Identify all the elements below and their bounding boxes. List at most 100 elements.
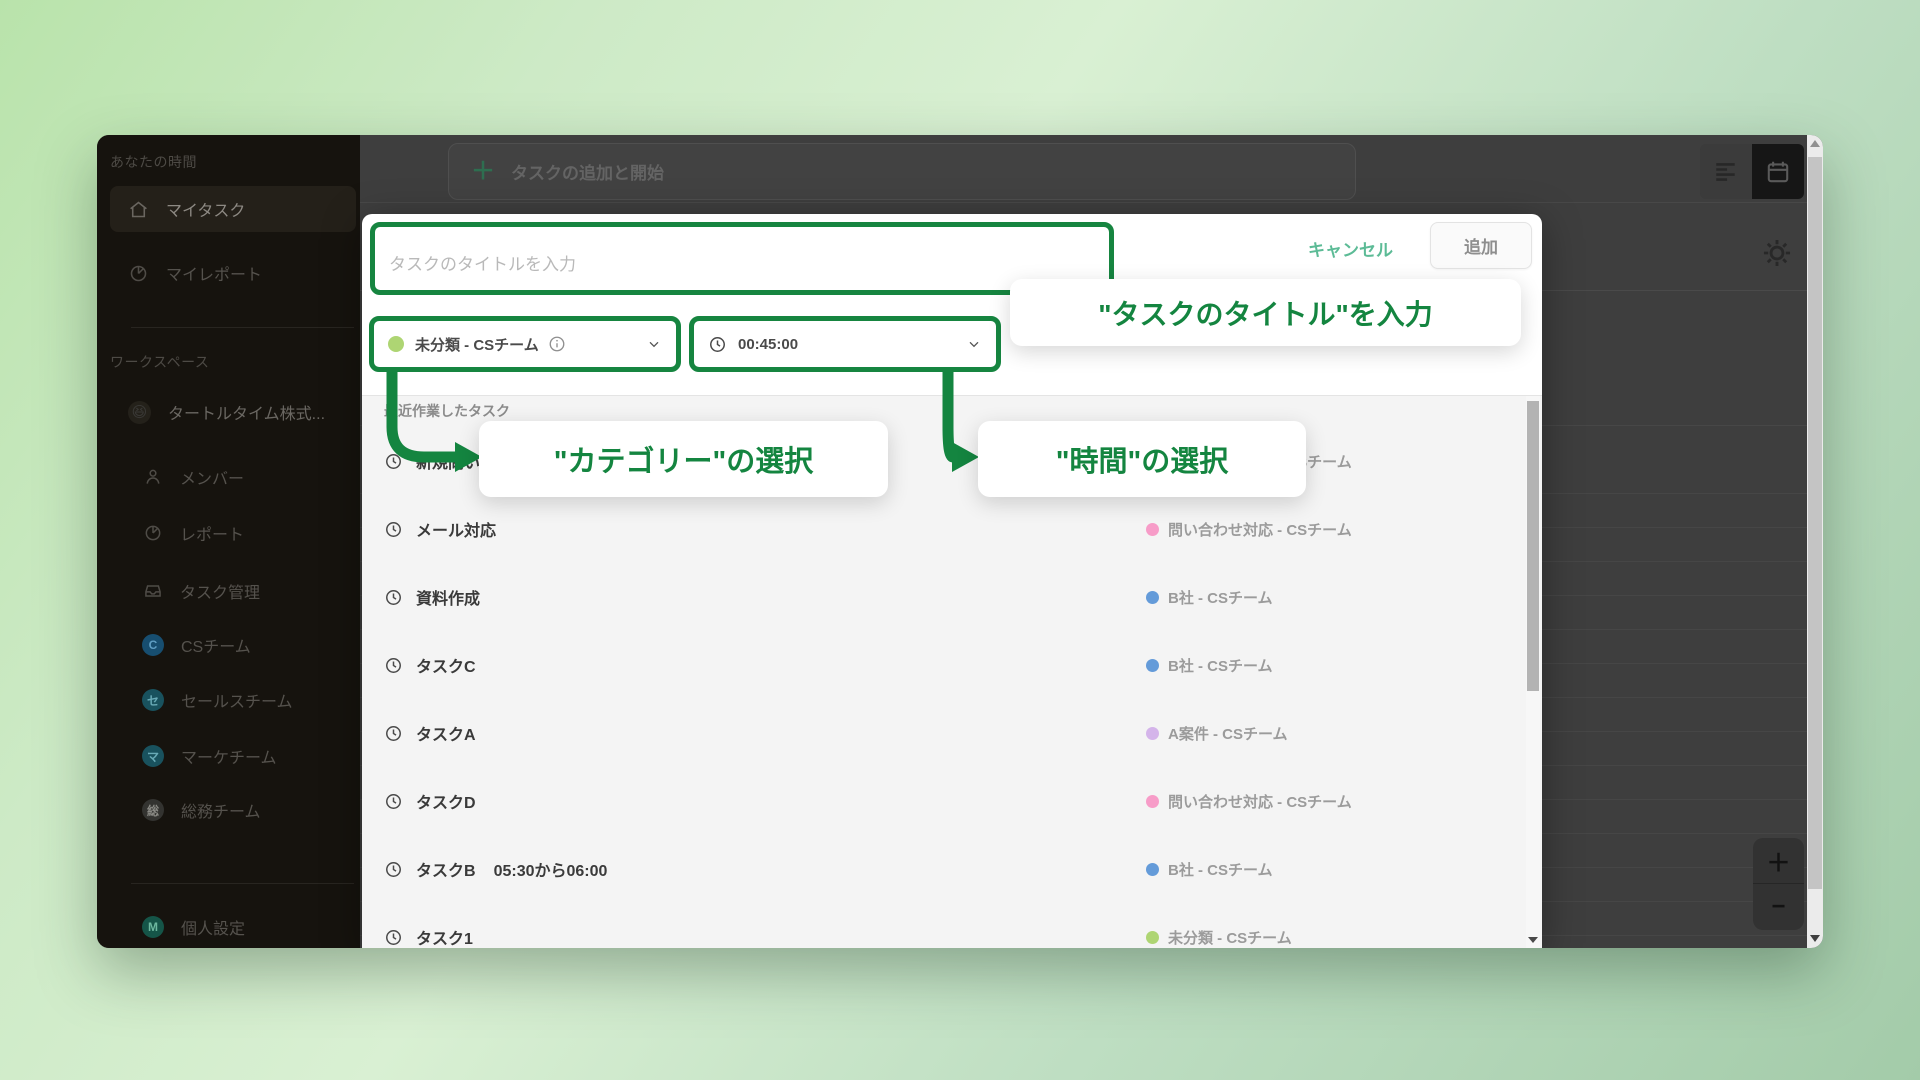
sidebar-item-label: マーケチーム [181,744,277,768]
category-color-dot [1146,591,1159,604]
category-color-dot [1146,659,1159,672]
view-toggle [1700,144,1804,199]
task-time-range: 05:30から06:00 [494,857,608,881]
sidebar-item-label: 個人設定 [181,915,245,939]
task-row[interactable]: タスクB 05:30から06:00 B社 - CSチーム [362,854,1542,884]
task-name: タスクA [416,721,476,745]
sidebar-item-personal-settings[interactable]: M 個人設定 [110,906,356,948]
clock-icon [384,520,403,539]
pie-chart-icon [128,263,149,284]
clock-icon [384,860,403,879]
task-row[interactable]: タスクD 問い合わせ対応 - CSチーム [362,786,1542,816]
sidebar-divider [131,327,354,328]
sidebar-item-label: 総務チーム [181,798,261,822]
sidebar-item-team-marketing[interactable]: マ マーケチーム [110,735,356,777]
annotation-category-note: "カテゴリー"の選択 [479,421,888,497]
team-badge: 総 [142,799,164,821]
task-category: 問い合わせ対応 - CSチーム [1146,519,1352,540]
task-row[interactable]: 資料作成 B社 - CSチーム [362,582,1542,612]
task-category: 問い合わせ対応 - CSチーム [1146,791,1352,812]
task-name: タスクD [416,789,476,813]
team-badge: マ [142,745,164,767]
category-color-dot [1146,523,1159,536]
sidebar-item-my-reports[interactable]: マイレポート [110,250,356,296]
sidebar: あなたの時間 マイタスク マイレポート ワークスペース 😆 タートルタイム株式.… [97,135,360,948]
task-row[interactable]: メール対応 問い合わせ対応 - CSチーム [362,514,1542,544]
sidebar-item-workspace[interactable]: 😆 タートルタイム株式... [110,389,356,435]
task-category: A案件 - CSチーム [1146,723,1288,744]
clock-icon [384,452,403,471]
annotation-time-note: "時間"の選択 [978,421,1306,497]
add-button[interactable]: 追加 [1430,222,1532,269]
scrollbar-thumb[interactable] [1527,401,1539,691]
scroll-up-arrow-icon[interactable] [1810,140,1820,147]
zoom-in-button[interactable]: ＋ [1753,838,1804,884]
task-category: B社 - CSチーム [1146,655,1273,676]
plus-icon: ＋ [471,160,495,184]
sidebar-section-your-time: あなたの時間 [110,152,197,172]
person-icon [143,467,163,487]
task-name: タスクB [416,857,476,881]
clock-icon [708,335,727,354]
pie-chart-icon [143,523,163,543]
add-task-input[interactable]: ＋ タスクの追加と開始 [448,143,1356,200]
sidebar-item-label: マイタスク [166,197,245,221]
calendar-view-icon [1765,159,1791,185]
scroll-down-arrow-icon[interactable] [1528,937,1538,943]
sidebar-item-label: マイレポート [166,261,262,285]
chevron-down-icon [966,336,982,352]
category-select[interactable]: 未分類 - CSチーム [369,316,681,372]
task-category: B社 - CSチーム [1146,587,1273,608]
clock-icon [384,792,403,811]
modal-scrollbar[interactable] [1526,396,1540,948]
gear-icon[interactable] [1760,236,1794,270]
sidebar-item-label: セールスチーム [181,688,293,712]
team-badge: C [142,634,164,656]
sidebar-item-task-management[interactable]: タスク管理 [110,570,356,612]
clock-icon [384,656,403,675]
sidebar-item-label: メンバー [180,465,244,489]
task-row[interactable]: タスクC B社 - CSチーム [362,650,1542,680]
time-value: 00:45:00 [738,336,798,353]
sidebar-item-my-tasks[interactable]: マイタスク [110,186,356,232]
sidebar-item-team-general[interactable]: 総 総務チーム [110,789,356,831]
time-select[interactable]: 00:45:00 [689,316,1001,372]
sidebar-item-label: タスク管理 [180,579,260,603]
task-title-input[interactable] [375,227,1109,290]
category-color-dot [388,336,404,352]
task-name: タスク1 [416,925,473,948]
task-row[interactable]: タスク1 未分類 - CSチーム [362,922,1542,948]
sidebar-item-label: レポート [180,521,244,545]
inbox-icon [143,581,163,601]
home-icon [128,199,149,220]
task-row[interactable]: タスクA A案件 - CSチーム [362,718,1542,748]
zoom-out-button[interactable]: − [1753,884,1804,930]
sidebar-item-team-cs[interactable]: C CSチーム [110,624,356,666]
sidebar-section-workspace: ワークスペース [110,352,209,372]
clock-icon [384,588,403,607]
sidebar-item-team-sales[interactable]: セ セールスチーム [110,679,356,721]
sidebar-divider [131,883,354,884]
task-category: B社 - CSチーム [1146,859,1273,880]
recent-tasks-header: 最近作業したタスク [384,401,510,421]
info-icon[interactable] [548,335,566,353]
category-color-dot [1146,863,1159,876]
list-view-button[interactable] [1700,144,1752,199]
cancel-button[interactable]: キャンセル [1308,236,1393,261]
window-scrollbar[interactable] [1807,135,1823,948]
sidebar-item-members[interactable]: メンバー [110,456,356,498]
task-name: 資料作成 [416,585,480,609]
sidebar-item-label: CSチーム [181,633,251,657]
add-task-label: タスクの追加と開始 [511,159,664,184]
annotation-title-note: "タスクのタイトル"を入力 [1010,279,1521,346]
calendar-view-button[interactable] [1752,144,1804,199]
sidebar-item-reports[interactable]: レポート [110,512,356,554]
toolbar-divider [360,202,1807,203]
clock-icon [384,928,403,947]
scrollbar-thumb[interactable] [1808,157,1822,889]
chevron-down-icon [646,336,662,352]
app-window: あなたの時間 マイタスク マイレポート ワークスペース 😆 タートルタイム株式.… [97,135,1823,948]
category-color-dot [1146,727,1159,740]
list-view-icon [1713,159,1739,185]
scroll-down-arrow-icon[interactable] [1810,935,1820,942]
